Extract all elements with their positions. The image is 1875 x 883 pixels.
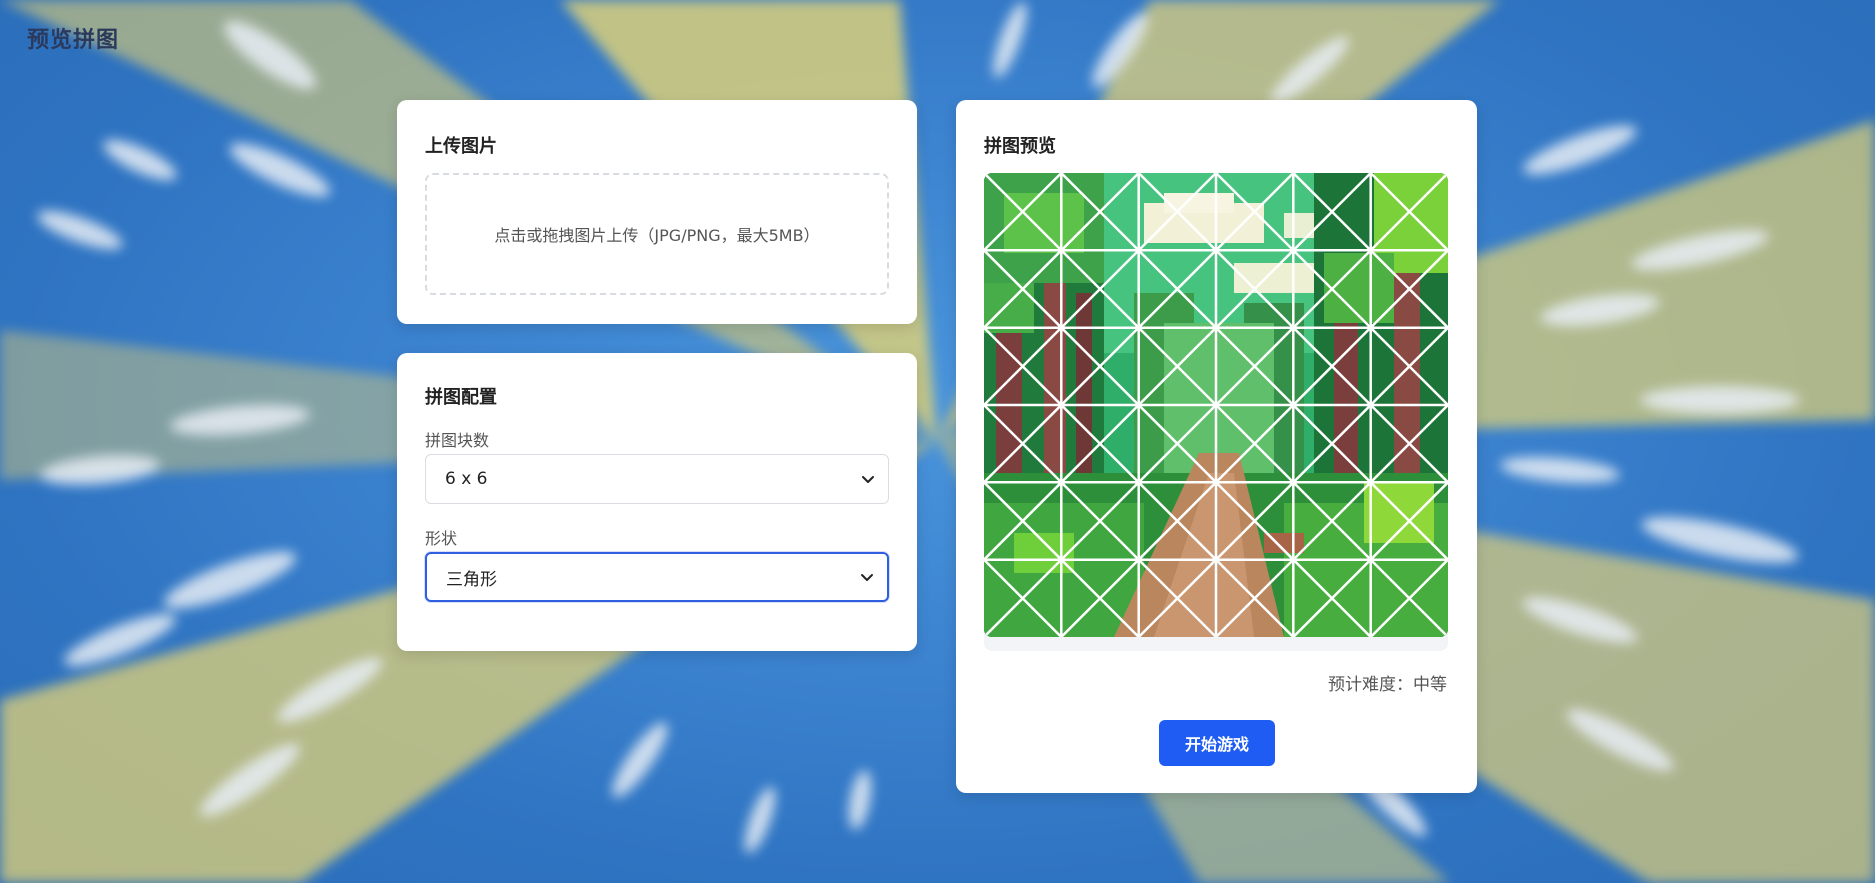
upload-card-title: 上传图片: [425, 136, 497, 157]
upload-card: 上传图片 点击或拖拽图片上传（JPG/PNG，最大5MB）: [397, 100, 917, 324]
pieces-select-value: 6 x 6: [445, 469, 488, 489]
shape-select[interactable]: 三角形: [425, 552, 889, 602]
chevron-down-icon: [861, 574, 873, 581]
chevron-down-icon: [862, 476, 874, 483]
shape-select-value: 三角形: [446, 569, 497, 590]
background-image: [0, 0, 1875, 883]
start-game-button[interactable]: 开始游戏: [1159, 720, 1275, 766]
difficulty-label: 预计难度：中等: [1328, 675, 1447, 695]
puzzle-preview-image: [984, 173, 1448, 637]
shape-label: 形状: [425, 529, 458, 548]
preview-area: [984, 173, 1448, 651]
app-title: 预览拼图: [27, 28, 120, 53]
pieces-select[interactable]: 6 x 6: [425, 454, 889, 504]
pieces-label: 拼图块数: [425, 431, 490, 450]
preview-card: 拼图预览 预计难度：中等 开始游戏: [956, 100, 1477, 793]
config-card: 拼图配置 拼图块数 6 x 6 形状 三角形: [397, 353, 917, 651]
upload-dropzone[interactable]: 点击或拖拽图片上传（JPG/PNG，最大5MB）: [425, 173, 889, 295]
preview-card-title: 拼图预览: [984, 136, 1056, 157]
upload-hint: 点击或拖拽图片上传（JPG/PNG，最大5MB）: [494, 226, 820, 245]
config-card-title: 拼图配置: [425, 387, 497, 408]
